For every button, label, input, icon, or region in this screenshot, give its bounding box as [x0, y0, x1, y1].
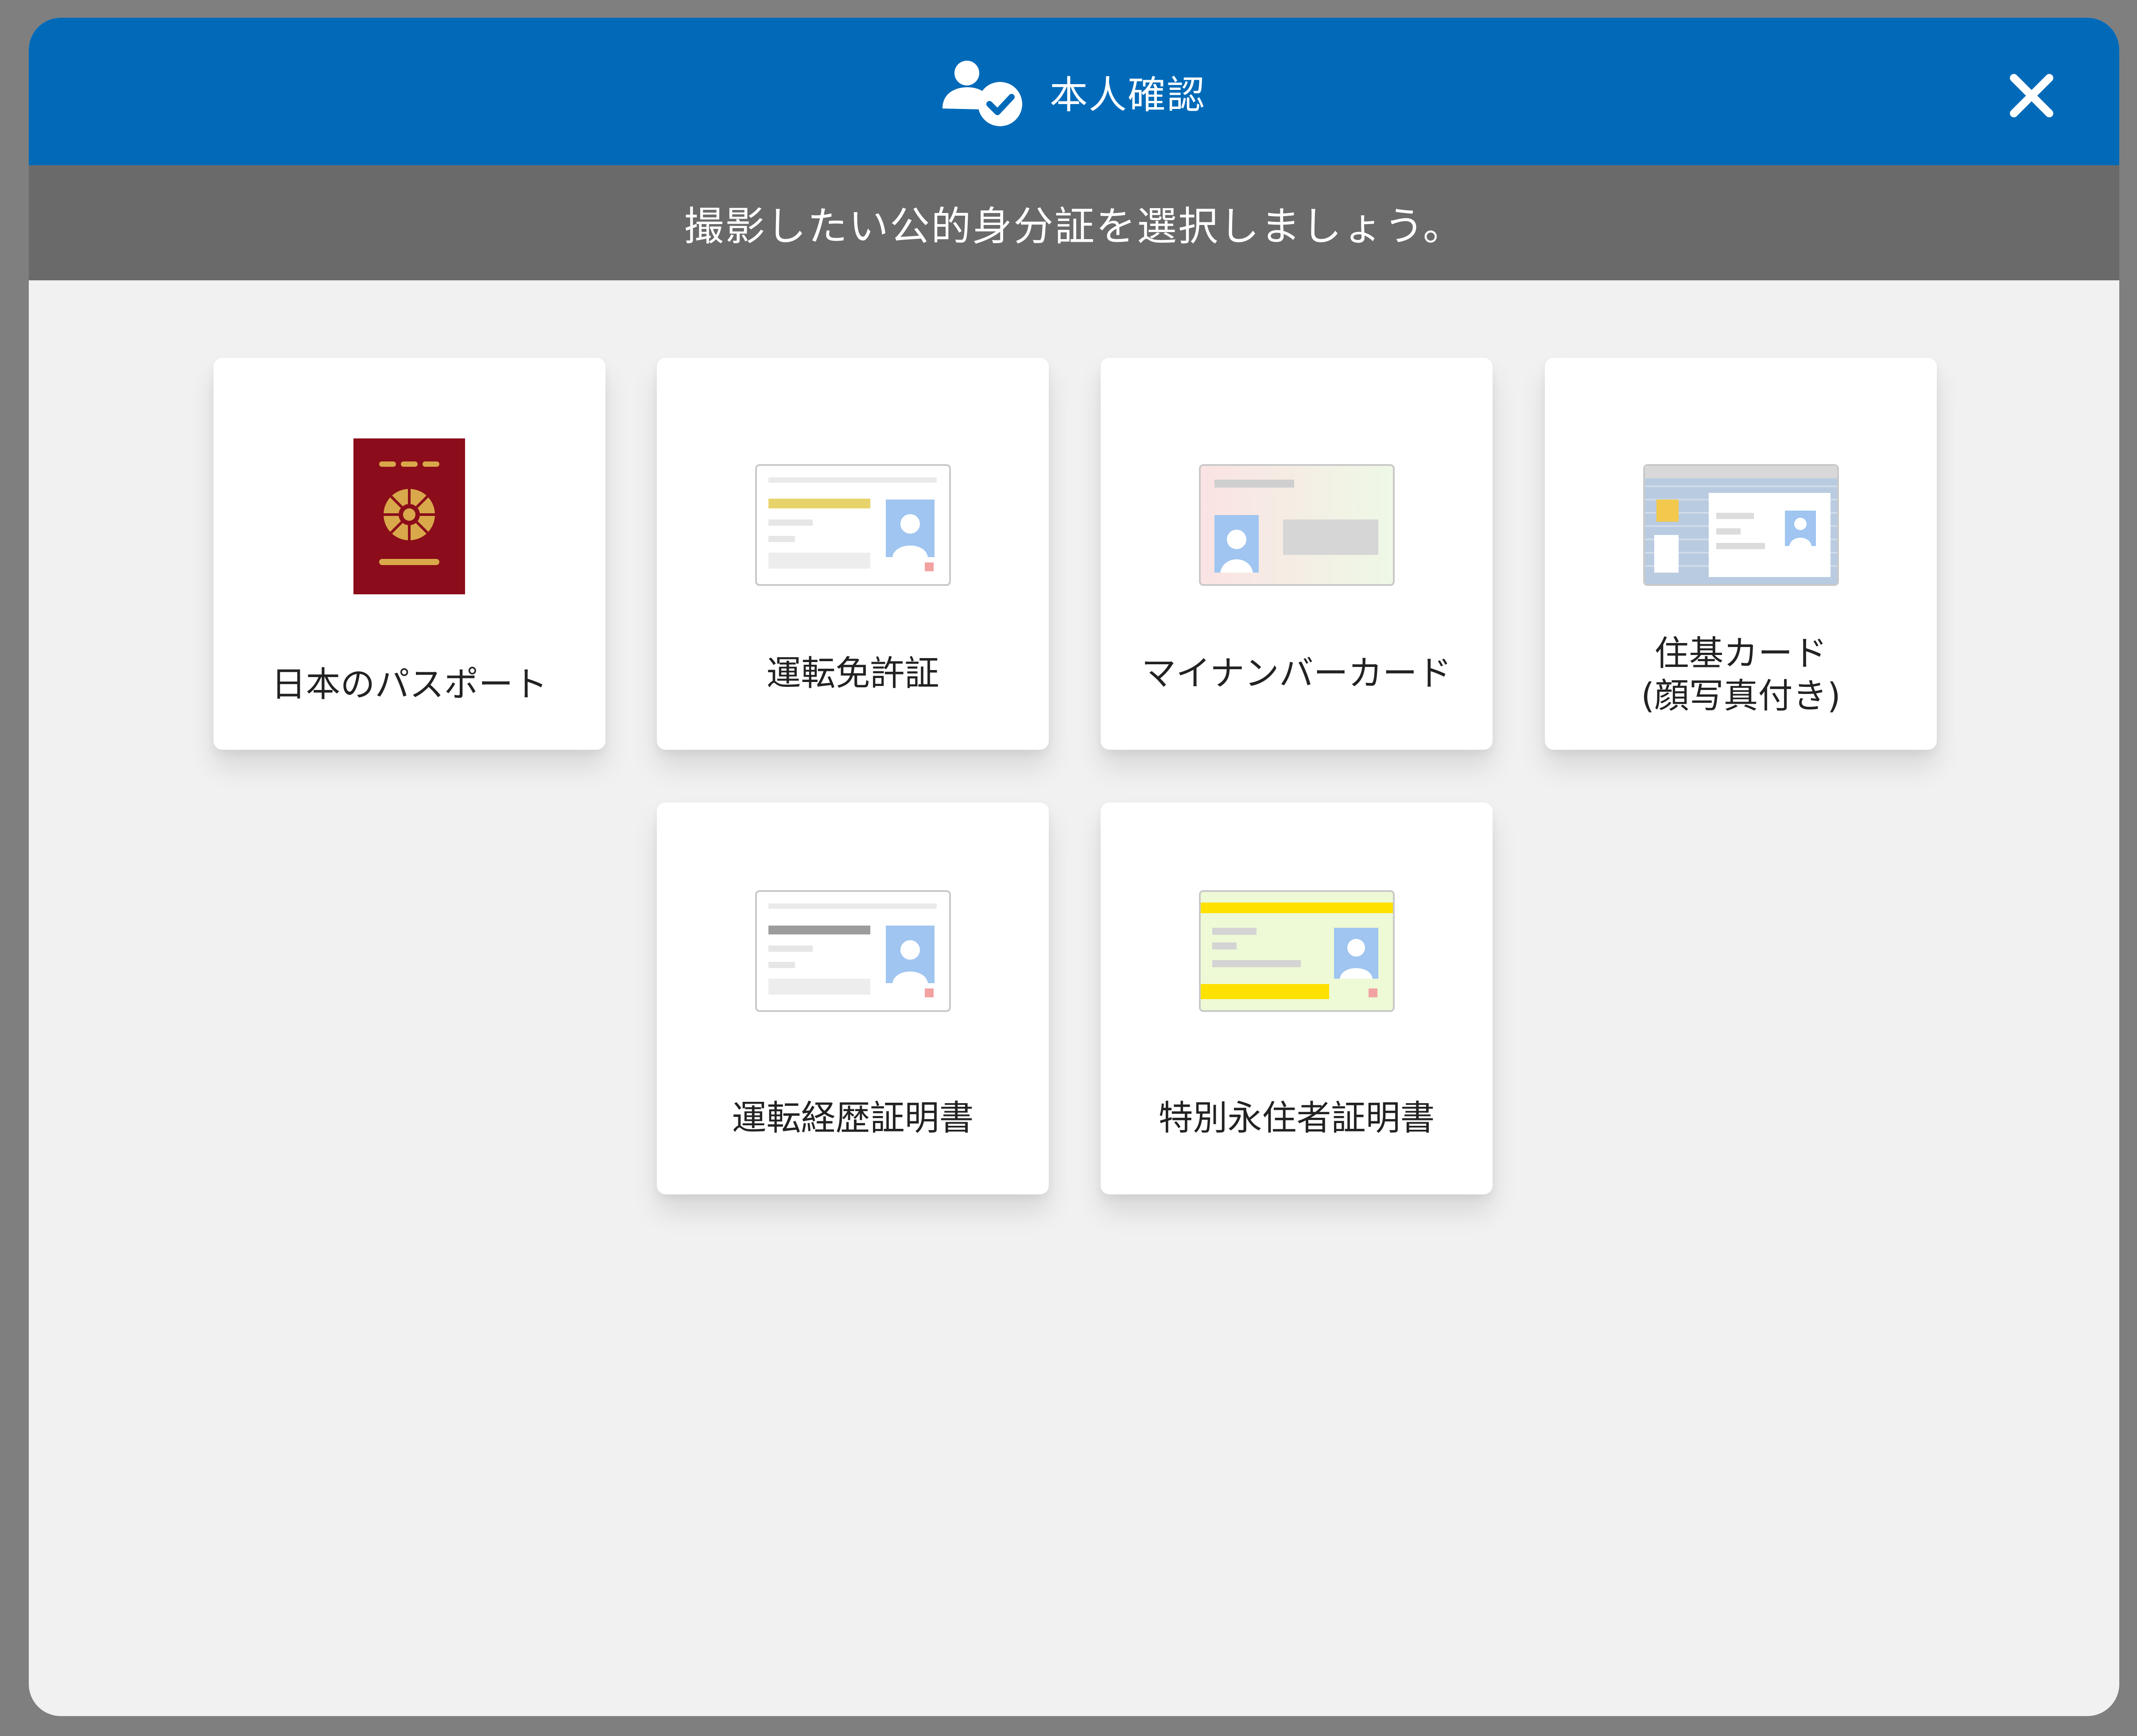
my-number-card-option[interactable]: マイナンバーカード [1101, 358, 1493, 750]
my-number-card-icon [1199, 464, 1395, 586]
document-label: 運転経歴証明書 [732, 1098, 974, 1138]
juki-card-icon [1643, 464, 1839, 586]
passport-icon [353, 438, 465, 594]
driving-history-certificate-icon [755, 890, 951, 1012]
drivers-license-option[interactable]: 運転免許証 [657, 358, 1049, 750]
driving-history-certificate-option[interactable]: 運転経歴証明書 [657, 802, 1049, 1194]
id-verification-dialog: 本人確認 撮影したい公的身分証を選択しましょう。 日本のパスポート 運転免許証 … [29, 18, 2119, 1716]
juki-card-option[interactable]: 住基カード (顔写真付き) [1545, 358, 1937, 750]
document-label: 住基カード (顔写真付き) [1641, 634, 1841, 716]
close-button[interactable] [2005, 69, 2058, 122]
special-permanent-resident-certificate-option[interactable]: 特別永住者証明書 [1101, 802, 1493, 1194]
user-check-icon [942, 56, 1027, 127]
special-permanent-resident-certificate-icon [1199, 890, 1395, 1012]
document-label: 日本のパスポート [271, 665, 548, 705]
close-icon [2010, 74, 2053, 117]
instruction-bar: 撮影したい公的身分証を選択しましょう。 [29, 165, 2119, 280]
document-label: 特別永住者証明書 [1158, 1098, 1435, 1138]
document-label: 運転免許証 [766, 654, 939, 694]
passport-option[interactable]: 日本のパスポート [213, 358, 605, 750]
dialog-title: 本人確認 [1050, 73, 1206, 117]
drivers-license-icon [755, 464, 951, 586]
dialog-header: 本人確認 [29, 18, 2119, 165]
instruction-text: 撮影したい公的身分証を選択しましょう。 [684, 203, 1464, 250]
document-label: マイナンバーカード [1141, 654, 1452, 694]
